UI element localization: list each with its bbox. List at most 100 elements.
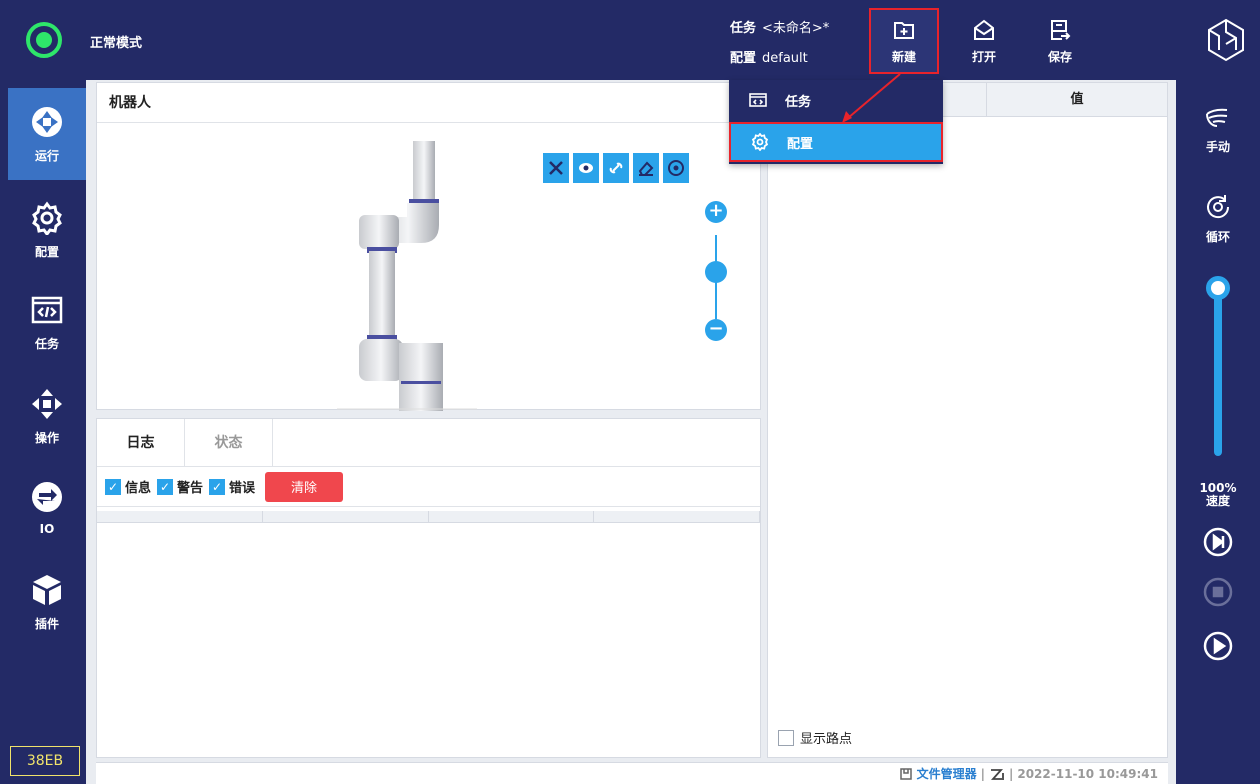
sidebar-item-label: 运行 (34, 148, 59, 163)
eraser-icon (638, 161, 654, 176)
zoom-in-button[interactable]: + (705, 201, 727, 223)
mode-label: 正常模式 (90, 36, 143, 51)
link-icon (609, 162, 623, 174)
left-sidebar: 运行 配置 任务 操作 IO 插件 38EB (0, 80, 86, 784)
tab-log[interactable]: 日志 (97, 419, 185, 466)
stop-icon[interactable] (1202, 576, 1234, 608)
checkmark-icon: ✓ (157, 478, 174, 495)
new-task-menu-item[interactable]: 任务 (729, 80, 943, 120)
file-manager-link[interactable]: 文件管理器 (917, 765, 977, 782)
run-icon (32, 106, 62, 137)
view-button[interactable] (573, 153, 599, 183)
hand-icon (1206, 108, 1228, 127)
top-bar: 正常模式 任务 <未命名>* 配置 default 新建 打开 保存 (0, 0, 1260, 80)
divider: | (1008, 766, 1014, 781)
sidebar-item-io[interactable]: IO (8, 462, 86, 554)
new-file-icon (894, 21, 914, 39)
sidebar-item-run[interactable]: 运行 (8, 88, 86, 180)
task-label: 任务 (730, 21, 757, 36)
config-name: default (762, 51, 808, 66)
signal-icon (990, 768, 1004, 780)
zoom-slider-handle[interactable] (705, 261, 727, 283)
filter-label: 错误 (229, 481, 256, 496)
code-window-icon (31, 296, 63, 323)
speed-slider-handle[interactable] (1206, 276, 1230, 300)
loop-mode-button[interactable]: 循环 (1176, 192, 1260, 245)
step-forward-icon[interactable] (1202, 526, 1234, 558)
robot-panel-title: 机器人 (97, 83, 760, 123)
datetime: 2022-11-10 10:49:41 (1017, 766, 1158, 781)
checkmark-icon: ✓ (105, 478, 121, 495)
play-icon[interactable] (1202, 630, 1234, 662)
new-config-menu-item[interactable]: 配置 (729, 122, 943, 162)
tools-icon (549, 161, 563, 175)
robot-3d-view[interactable] (337, 141, 497, 411)
speed-display: 100% 速度 (1176, 482, 1260, 508)
filter-label: 警告 (177, 481, 204, 496)
status-bar-right: 文件管理器 | | 2022-11-10 10:49:41 (899, 765, 1158, 782)
menu-item-label: 任务 (785, 94, 812, 110)
manual-mode-button[interactable]: 手动 (1176, 102, 1260, 155)
status-bar: 文件管理器 | | 2022-11-10 10:49:41 (96, 762, 1168, 784)
log-tabs: 日志 状态 (97, 419, 760, 467)
eraser-button[interactable] (633, 153, 659, 183)
value-column-header: 值 (986, 83, 1167, 117)
tab-status[interactable]: 状态 (185, 419, 273, 466)
manual-label: 手动 (1205, 140, 1230, 154)
move-arrows-icon (32, 388, 62, 419)
speed-label: 速度 (1205, 494, 1230, 508)
sidebar-item-task[interactable]: 任务 (8, 276, 86, 368)
variables-panel: 值 显示路点 (767, 82, 1168, 758)
new-button[interactable]: 新建 (869, 8, 939, 74)
sidebar-item-label: 操作 (34, 430, 59, 445)
show-waypoints-checkbox[interactable]: 显示路点 (778, 728, 852, 747)
sidebar-item-label: 插件 (34, 616, 59, 631)
new-dropdown-menu: 任务 配置 (729, 80, 943, 164)
filter-error-checkbox[interactable]: ✓ 错误 (209, 477, 255, 496)
device-id-badge: 38EB (10, 746, 80, 776)
filter-warning-checkbox[interactable]: ✓ 警告 (157, 477, 203, 496)
status-indicator-icon (26, 22, 62, 58)
link-button[interactable] (603, 153, 629, 183)
speed-slider-track[interactable] (1214, 286, 1222, 456)
menu-item-label: 配置 (787, 136, 814, 152)
target-icon (668, 160, 684, 176)
save-icon (1051, 19, 1071, 40)
checkmark-icon: ✓ (209, 478, 226, 495)
open-button[interactable]: 打开 (949, 8, 1019, 74)
eye-icon (579, 163, 593, 173)
cube-icon (33, 574, 61, 605)
robot-panel: 机器人 + − (96, 82, 761, 411)
task-name: <未命名>* (762, 21, 830, 36)
log-panel: 日志 状态 ✓ 信息 ✓ 警告 ✓ 错误 清除 (96, 418, 761, 758)
filter-label: 信息 (125, 481, 152, 496)
filter-info-checkbox[interactable]: ✓ 信息 (105, 477, 151, 496)
sidebar-item-config[interactable]: 配置 (8, 184, 86, 276)
save-button[interactable]: 保存 (1025, 8, 1095, 74)
config-label: 配置 (730, 51, 757, 66)
sidebar-item-plugin[interactable]: 插件 (8, 556, 86, 648)
right-sidebar: 手动 循环 100% 速度 (1176, 80, 1260, 784)
loop-label: 循环 (1205, 230, 1230, 244)
open-button-label: 打开 (971, 49, 996, 64)
task-info: 任务 <未命名>* 配置 default (730, 14, 829, 74)
divider: | (980, 766, 985, 781)
open-envelope-icon (974, 19, 994, 40)
save-button-label: 保存 (1047, 49, 1072, 64)
gear-icon (751, 133, 769, 151)
sidebar-item-label: 任务 (34, 336, 59, 351)
zoom-out-button[interactable]: − (705, 319, 727, 341)
code-window-icon (749, 93, 767, 107)
brand-logo-icon (1208, 18, 1244, 62)
log-table-header (97, 511, 760, 523)
new-button-label: 新建 (891, 49, 916, 64)
target-button[interactable] (663, 153, 689, 183)
clear-log-button[interactable]: 清除 (265, 471, 344, 502)
gear-icon (32, 201, 62, 235)
tool-button[interactable] (543, 153, 569, 183)
sidebar-item-operate[interactable]: 操作 (8, 370, 86, 462)
view-toolbar (543, 153, 689, 183)
swap-icon (32, 482, 62, 512)
show-waypoints-label: 显示路点 (800, 732, 853, 747)
sidebar-item-label: 配置 (34, 244, 59, 259)
